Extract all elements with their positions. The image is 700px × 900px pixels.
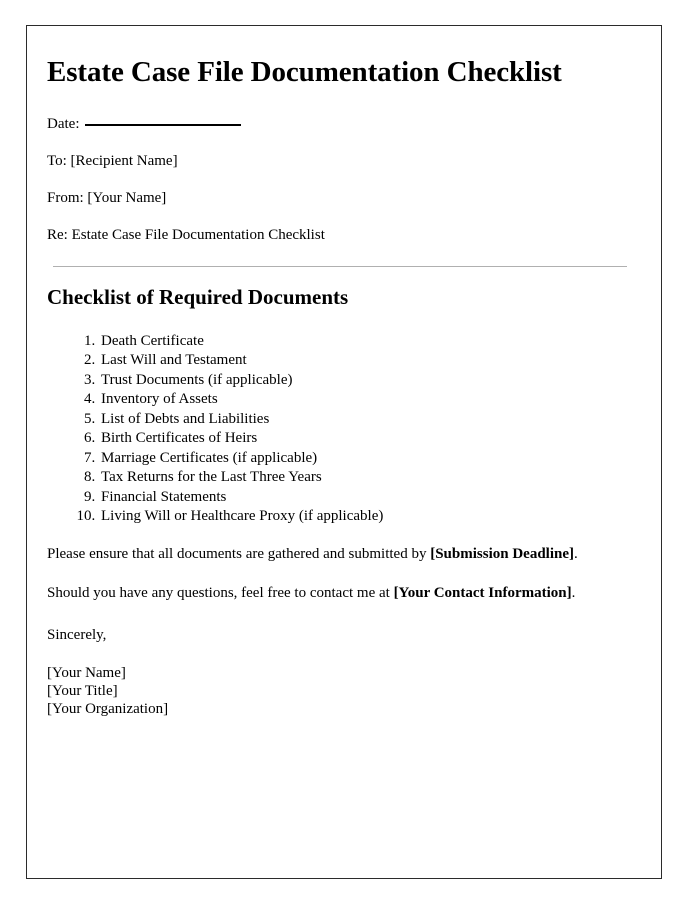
signature-title: [Your Title] [47,682,118,699]
deadline-paragraph: Please ensure that all documents are gat… [47,545,633,564]
checklist-item: Last Will and Testament [99,351,633,369]
document-body: Estate Case File Documentation Checklist… [27,26,661,718]
section-title: Checklist of Required Documents [47,285,349,310]
deadline-paragraph-prefix: Please ensure that all documents are gat… [47,546,431,563]
closing-salutation: Sincerely, [47,626,107,643]
signature-block: [Your Name] [Your Title] [Your Organizat… [47,664,633,719]
checklist-item: Death Certificate [99,332,633,350]
submission-deadline-placeholder: [Submission Deadline] [430,546,575,563]
date-blank-line[interactable] [85,124,242,127]
date-label: Date: [47,116,80,133]
checklist-item: Financial Statements [99,488,633,506]
checklist-item: List of Debts and Liabilities [99,410,633,428]
signature-name: [Your Name] [47,664,126,681]
sender-line: From: [Your Name] [47,190,167,207]
checklist-item: Birth Certificates of Heirs [99,429,633,447]
checklist-item: Inventory of Assets [99,390,633,408]
checklist-item: Living Will or Healthcare Proxy (if appl… [99,507,633,525]
checklist-list: Death CertificateLast Will and Testament… [47,332,633,526]
page-title: Estate Case File Documentation Checklist [47,56,562,88]
contact-paragraph-prefix: Should you have any questions, feel free… [47,584,394,601]
subject-line: Re: Estate Case File Documentation Check… [47,227,325,244]
date-field-row: Date: [47,115,633,133]
recipient-line: To: [Recipient Name] [47,153,178,170]
checklist-item: Trust Documents (if applicable) [99,371,633,389]
contact-paragraph: Should you have any questions, feel free… [47,584,633,603]
header-divider [53,266,627,268]
contact-paragraph-suffix: . [571,584,576,601]
deadline-paragraph-suffix: . [574,546,578,563]
checklist-item: Tax Returns for the Last Three Years [99,468,633,486]
signature-organization: [Your Organization] [47,701,169,718]
contact-information-placeholder: [Your Contact Information] [393,584,572,601]
document-page: Estate Case File Documentation Checklist… [26,25,662,879]
checklist-item: Marriage Certificates (if applicable) [99,449,633,467]
